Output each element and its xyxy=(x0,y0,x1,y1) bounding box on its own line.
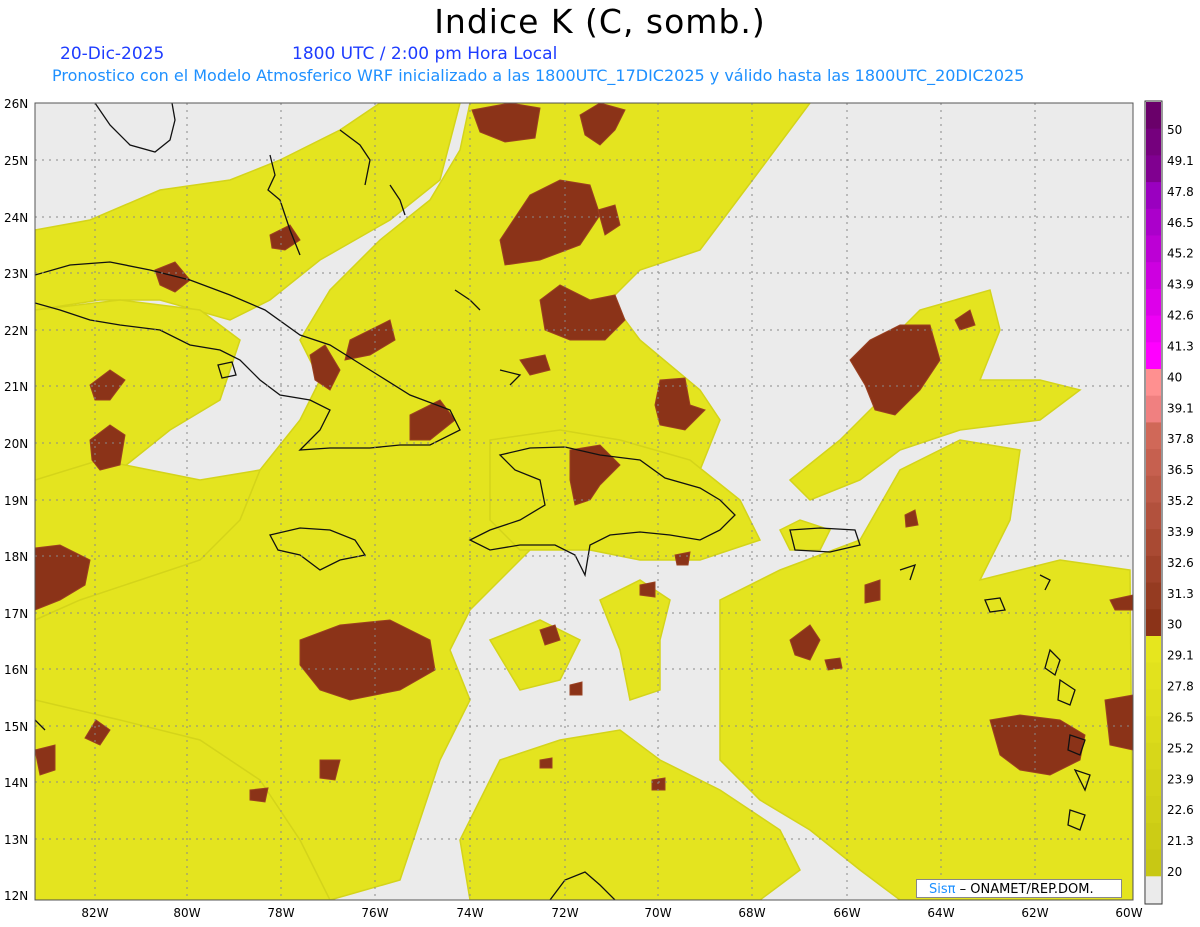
colorbar-swatch xyxy=(1146,342,1161,370)
lon-axis: 82W 80W 78W 76W 74W 72W 70W 68W 66W 64W … xyxy=(81,906,1142,920)
colorbar-label: 33.9 xyxy=(1167,525,1194,539)
lon-tick-label: 74W xyxy=(456,906,483,920)
colorbar-label: 20 xyxy=(1167,865,1182,879)
colorbar-label: 36.5 xyxy=(1167,463,1194,477)
colorbar-label: 49.1 xyxy=(1167,154,1194,168)
lat-tick-label: 24N xyxy=(4,211,28,225)
colorbar-label: 25.2 xyxy=(1167,741,1194,755)
colorbar-swatch xyxy=(1146,849,1161,877)
colorbar-swatch xyxy=(1146,636,1161,664)
lat-tick-label: 19N xyxy=(4,494,28,508)
colorbar-swatch xyxy=(1146,208,1161,237)
colorbar-label: 37.8 xyxy=(1167,432,1194,446)
colorbar-swatch xyxy=(1146,315,1161,343)
colorbar-swatch xyxy=(1146,689,1161,717)
colorbar-label: 35.2 xyxy=(1167,494,1194,508)
colorbar-label: 22.6 xyxy=(1167,803,1194,817)
lon-tick-label: 80W xyxy=(173,906,200,920)
lat-tick-label: 15N xyxy=(4,720,28,734)
lon-tick-label: 70W xyxy=(644,906,671,920)
colorbar-swatch xyxy=(1146,502,1161,530)
colorbar: 50 49.1 47.8 46.5 45.2 43.9 42.6 41.3 40 39.1 37.8… xyxy=(1144,100,1194,905)
lat-tick-label: 25N xyxy=(4,154,28,168)
lon-tick-label: 62W xyxy=(1021,906,1048,920)
lon-tick-label: 60W xyxy=(1115,906,1142,920)
colorbar-swatch xyxy=(1146,182,1161,210)
lon-tick-label: 72W xyxy=(551,906,578,920)
colorbar-swatch xyxy=(1146,742,1161,771)
lat-tick-label: 18N xyxy=(4,550,28,564)
colorbar-label: 50 xyxy=(1167,123,1182,137)
lat-tick-label: 22N xyxy=(4,324,28,338)
credit-text: – ONAMET/REP.DOM. xyxy=(959,882,1094,897)
credit-box: Sisπ – ONAMET/REP.DOM. xyxy=(916,879,1122,898)
colorbar-swatch xyxy=(1146,716,1161,744)
colorbar-swatch xyxy=(1146,582,1161,610)
lon-tick-label: 66W xyxy=(833,906,860,920)
colorbar-label: 26.5 xyxy=(1167,710,1194,724)
lat-tick-label: 23N xyxy=(4,267,28,281)
colorbar-label: 45.2 xyxy=(1167,247,1194,261)
colorbar-labels: 50 49.1 47.8 46.5 45.2 43.9 42.6 41.3 40 39.1 37.8… xyxy=(1167,123,1194,879)
map-figure: 26N 25N 24N 23N 22N 21N 20N 19N 18N 17N … xyxy=(4,97,1194,920)
colorbar-swatch xyxy=(1146,876,1161,904)
colorbar-label: 27.8 xyxy=(1167,680,1194,694)
credit-brand: Sisπ xyxy=(929,882,956,897)
lon-tick-label: 68W xyxy=(738,906,765,920)
colorbar-swatch xyxy=(1146,662,1161,690)
colorbar-label: 43.9 xyxy=(1167,278,1194,292)
lat-tick-label: 14N xyxy=(4,776,28,790)
colorbar-swatch xyxy=(1146,102,1161,130)
colorbar-swatch xyxy=(1146,262,1161,290)
lat-tick-label: 21N xyxy=(4,380,28,394)
colorbar-swatch xyxy=(1146,369,1161,397)
lon-tick-label: 78W xyxy=(267,906,294,920)
colorbar-label: 29.1 xyxy=(1167,649,1194,663)
colorbar-swatch xyxy=(1146,769,1161,797)
colorbar-swatch xyxy=(1146,609,1161,637)
lat-tick-label: 26N xyxy=(4,97,28,111)
colorbar-swatch xyxy=(1146,288,1161,317)
colorbar-swatch xyxy=(1146,155,1161,183)
lon-tick-label: 64W xyxy=(927,906,954,920)
colorbar-label: 40 xyxy=(1167,370,1182,384)
colorbar-label: 42.6 xyxy=(1167,309,1194,323)
lon-tick-label: 82W xyxy=(81,906,108,920)
lon-tick-label: 76W xyxy=(361,906,388,920)
lat-tick-label: 12N xyxy=(4,889,28,903)
colorbar-swatch xyxy=(1146,555,1161,584)
colorbar-swatch xyxy=(1146,235,1161,263)
lat-axis: 26N 25N 24N 23N 22N 21N 20N 19N 18N 17N … xyxy=(4,97,28,903)
colorbar-swatch xyxy=(1146,128,1161,156)
colorbar-swatch xyxy=(1146,395,1161,423)
colorbar-label: 31.3 xyxy=(1167,587,1194,601)
colorbar-swatch xyxy=(1146,449,1161,477)
colorbar-label: 47.8 xyxy=(1167,185,1194,199)
lat-tick-label: 20N xyxy=(4,437,28,451)
colorbar-swatches xyxy=(1146,102,1161,904)
colorbar-label: 46.5 xyxy=(1167,216,1194,230)
lat-tick-label: 17N xyxy=(4,607,28,621)
colorbar-swatch xyxy=(1146,529,1161,557)
lat-tick-label: 13N xyxy=(4,833,28,847)
colorbar-swatch xyxy=(1146,796,1161,824)
colorbar-swatch xyxy=(1146,422,1161,450)
colorbar-label: 41.3 xyxy=(1167,339,1194,353)
colorbar-swatch xyxy=(1146,475,1161,504)
colorbar-swatch xyxy=(1146,822,1161,851)
colorbar-label: 39.1 xyxy=(1167,401,1194,415)
colorbar-label: 23.9 xyxy=(1167,772,1194,786)
lat-tick-label: 16N xyxy=(4,663,28,677)
colorbar-label: 32.6 xyxy=(1167,556,1194,570)
colorbar-label: 30 xyxy=(1167,618,1182,632)
colorbar-label: 21.3 xyxy=(1167,834,1194,848)
